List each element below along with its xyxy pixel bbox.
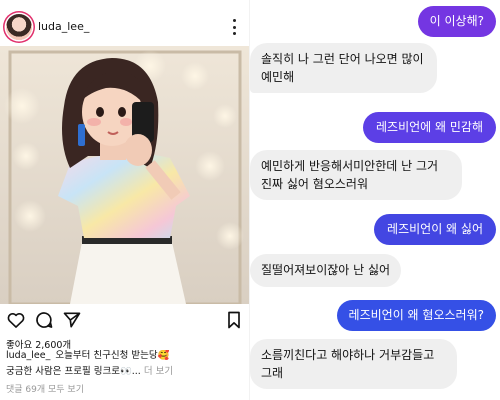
caption-username[interactable]: luda_lee_ [6,350,50,361]
received-message: 질떨어져보이잖아 난 싫어 [250,254,402,287]
comment-icon[interactable] [34,310,54,330]
sent-message: 이 이상해? [417,6,496,37]
likes-count[interactable]: 좋아요 2,600개 [6,337,71,351]
caption-line-1: luda_lee_ 오늘부터 친구신청 받는당🥰 [6,350,248,363]
sent-message: 레즈비언에 왜 민감해 [363,112,496,143]
bookmark-icon[interactable] [224,310,244,330]
illustration-girl-mirror-selfie [0,46,250,304]
received-message-line: 예민해 [261,70,295,84]
post-header: luda_lee_ [0,8,250,46]
sent-message: 레즈비언이 왜 싫어 [374,214,496,245]
post-username[interactable]: luda_lee_ [38,20,89,33]
received-message: 소름끼친다고 해야하나 거부감들고 그래 [250,339,457,389]
received-message: 솔직히 나 그런 단어 나오면 많이 예민해 [250,43,437,93]
share-icon[interactable] [62,310,82,330]
received-message-line: 솔직히 나 그런 단어 나오면 많이 [261,52,424,66]
instagram-post: luda_lee_ 좋아요 2,600개 luda_lee_ 오늘부터 친구신청… [0,0,250,400]
post-actions-bar [0,310,250,332]
caption-text: 오늘부터 친구신청 받는당🥰 [55,350,170,361]
screenshot-collage: luda_lee_ 좋아요 2,600개 luda_lee_ 오늘부터 친구신청… [0,0,500,400]
more-options-icon[interactable] [226,17,242,37]
caption-more-link[interactable]: 더 보기 [144,366,173,377]
post-image[interactable] [0,46,250,304]
caption-line-2: 궁금한 사람은 프로필 링크로👀... 더 보기 [6,363,173,377]
received-message-line: 예민하게 반응해서미안한데 난 그거 [261,159,439,173]
sent-message: 레즈비언이 왜 혐오스러워? [336,300,496,331]
received-message-line: 그래 [261,366,284,380]
received-message: 예민하게 반응해서미안한데 난 그거 진짜 싫어 혐오스러워 [250,150,462,200]
view-all-comments-link[interactable]: 댓글 69개 모두 보기 [6,382,84,395]
received-message-line: 소름끼친다고 해야하나 거부감들고 [261,348,435,362]
received-message-line: 진짜 싫어 혐오스러워 [261,177,368,191]
heart-icon[interactable] [6,310,26,330]
caption-text-2: 궁금한 사람은 프로필 링크로👀... [6,366,144,377]
avatar[interactable] [6,14,32,40]
chat-conversation: 이 이상해? 솔직히 나 그런 단어 나오면 많이 예민해 레즈비언에 왜 민감… [250,0,500,400]
